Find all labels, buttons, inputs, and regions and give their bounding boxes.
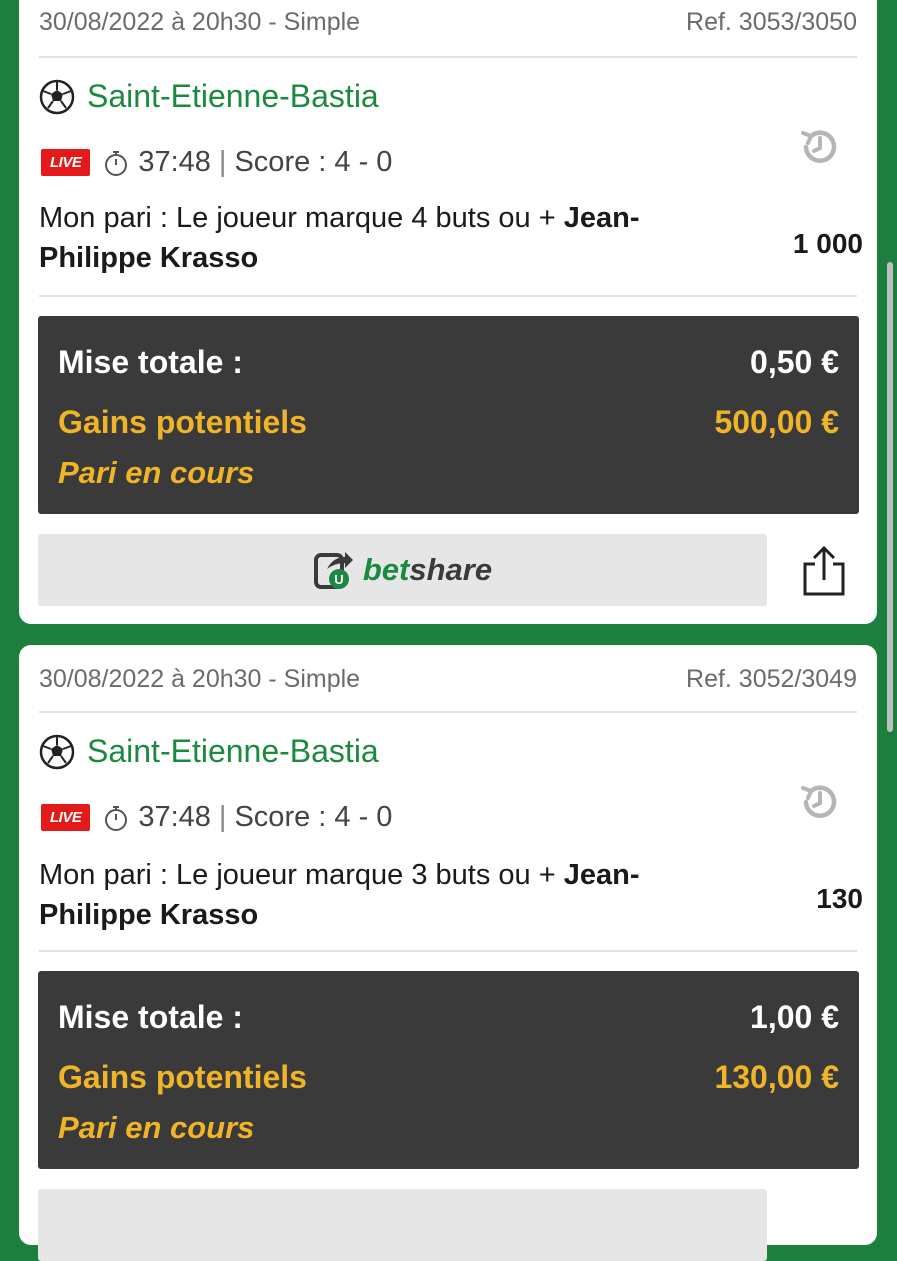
betshare-logo-icon: U xyxy=(313,552,353,589)
divider xyxy=(39,295,857,297)
divider xyxy=(39,950,857,952)
gains-label: Gains potentiels xyxy=(58,404,307,440)
bet-ref: Ref. 3053/3050 xyxy=(686,8,857,36)
history-icon[interactable] xyxy=(797,779,843,825)
match-score: Score : 4 - 0 xyxy=(234,801,393,833)
betshare-logo: U betshare xyxy=(313,549,492,591)
match-title[interactable]: Saint-Etienne-Bastia xyxy=(39,733,379,770)
bet-odds: 1 000 xyxy=(792,228,863,259)
bet-summary: Mise totale : 1,00 € Gains potentiels 13… xyxy=(38,971,859,1169)
stake-label: Mise totale : xyxy=(58,344,243,380)
live-status-row: LIVE 37:48 | Score : 4 - 0 xyxy=(41,801,392,834)
soccer-ball-icon xyxy=(39,79,75,114)
stake-label: Mise totale : xyxy=(58,999,243,1035)
gains-value: 500,00 € xyxy=(714,404,839,440)
betshare-button[interactable]: U betshare xyxy=(38,534,767,606)
bet-meta: 30/08/2022 à 20h30 - Simple Ref. 3053/30… xyxy=(39,8,857,37)
stopwatch-icon xyxy=(105,150,128,176)
divider xyxy=(39,56,857,58)
betshare-button[interactable] xyxy=(38,1189,767,1261)
history-icon[interactable] xyxy=(797,124,843,170)
stake-row: Mise totale : 1,00 € xyxy=(58,999,839,1036)
bet-summary: Mise totale : 0,50 € Gains potentiels 50… xyxy=(38,316,859,514)
scrollbar[interactable] xyxy=(887,262,893,732)
divider xyxy=(39,711,857,713)
separator: | xyxy=(218,801,227,833)
bet-prefix: Mon pari : Le joueur marque 4 buts ou + xyxy=(39,202,564,234)
separator: | xyxy=(218,146,227,178)
bet-status: Pari en cours xyxy=(58,455,255,490)
stake-value: 0,50 € xyxy=(750,344,839,380)
bet-card: 30/08/2022 à 20h30 - Simple Ref. 3053/30… xyxy=(19,0,877,624)
betshare-text-bet: bet xyxy=(362,552,410,587)
stake-row: Mise totale : 0,50 € xyxy=(58,344,839,381)
match-name: Saint-Etienne-Bastia xyxy=(87,78,379,114)
gains-label: Gains potentiels xyxy=(58,1059,307,1095)
svg-text:U: U xyxy=(334,572,343,587)
gains-row: Gains potentiels 500,00 € xyxy=(58,404,839,441)
gains-value: 130,00 € xyxy=(714,1059,839,1095)
match-time: 37:48 xyxy=(138,146,211,178)
betshare-text-share: share xyxy=(409,552,493,587)
bet-date: 30/08/2022 à 20h30 - Simple xyxy=(39,8,361,36)
bet-description: Mon pari : Le joueur marque 4 buts ou + … xyxy=(39,198,739,278)
live-badge: LIVE xyxy=(41,149,91,176)
bet-date: 30/08/2022 à 20h30 - Simple xyxy=(39,665,361,693)
live-badge: LIVE xyxy=(41,804,91,831)
match-title[interactable]: Saint-Etienne-Bastia xyxy=(39,78,379,115)
status-row: Pari en cours xyxy=(58,455,839,491)
bet-prefix: Mon pari : Le joueur marque 3 buts ou + xyxy=(39,859,564,891)
stake-value: 1,00 € xyxy=(750,999,839,1035)
soccer-ball-icon xyxy=(39,734,75,769)
bet-card: 30/08/2022 à 20h30 - Simple Ref. 3052/30… xyxy=(19,645,877,1261)
bet-status: Pari en cours xyxy=(58,1110,255,1145)
bet-ref: Ref. 3052/3049 xyxy=(686,665,857,693)
match-score: Score : 4 - 0 xyxy=(234,146,393,178)
stopwatch-icon xyxy=(105,805,128,831)
live-status-row: LIVE 37:48 | Score : 4 - 0 xyxy=(41,146,392,179)
match-name: Saint-Etienne-Bastia xyxy=(87,733,379,769)
bet-odds: 130 xyxy=(816,883,863,914)
gains-row: Gains potentiels 130,00 € xyxy=(58,1059,839,1096)
match-time: 37:48 xyxy=(138,801,211,833)
status-row: Pari en cours xyxy=(58,1110,839,1146)
bet-meta: 30/08/2022 à 20h30 - Simple Ref. 3052/30… xyxy=(39,665,857,694)
share-icon[interactable] xyxy=(801,544,847,598)
bet-description: Mon pari : Le joueur marque 3 buts ou + … xyxy=(39,855,739,935)
